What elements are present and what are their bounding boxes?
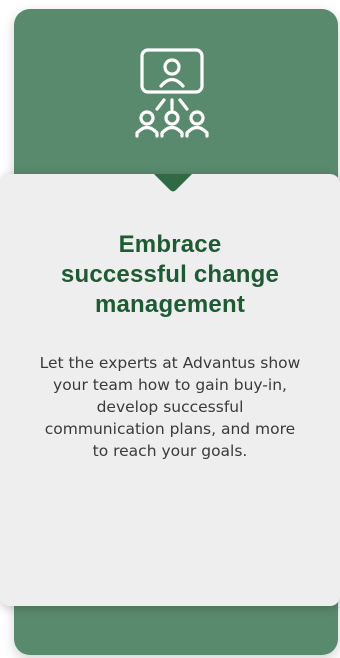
description-line: communication plans, and more <box>44 420 296 438</box>
heading-line: successful change <box>60 261 280 288</box>
presentation-team-icon <box>124 40 220 152</box>
description-line: develop successful <box>96 398 244 416</box>
description-line: your team how to gain buy-in, <box>53 376 287 394</box>
service-card-stage: Embrace successful change management Let… <box>0 0 340 658</box>
pointer-notch <box>150 168 196 196</box>
card-description: Let the experts at Advantus show your te… <box>20 352 320 462</box>
description-line: Let the experts at Advantus show <box>39 354 301 372</box>
heading-line: Embrace <box>118 231 222 258</box>
description-line: to reach your goals. <box>92 442 248 460</box>
heading-line: management <box>94 291 246 318</box>
card-heading: Embrace successful change management <box>20 230 320 320</box>
